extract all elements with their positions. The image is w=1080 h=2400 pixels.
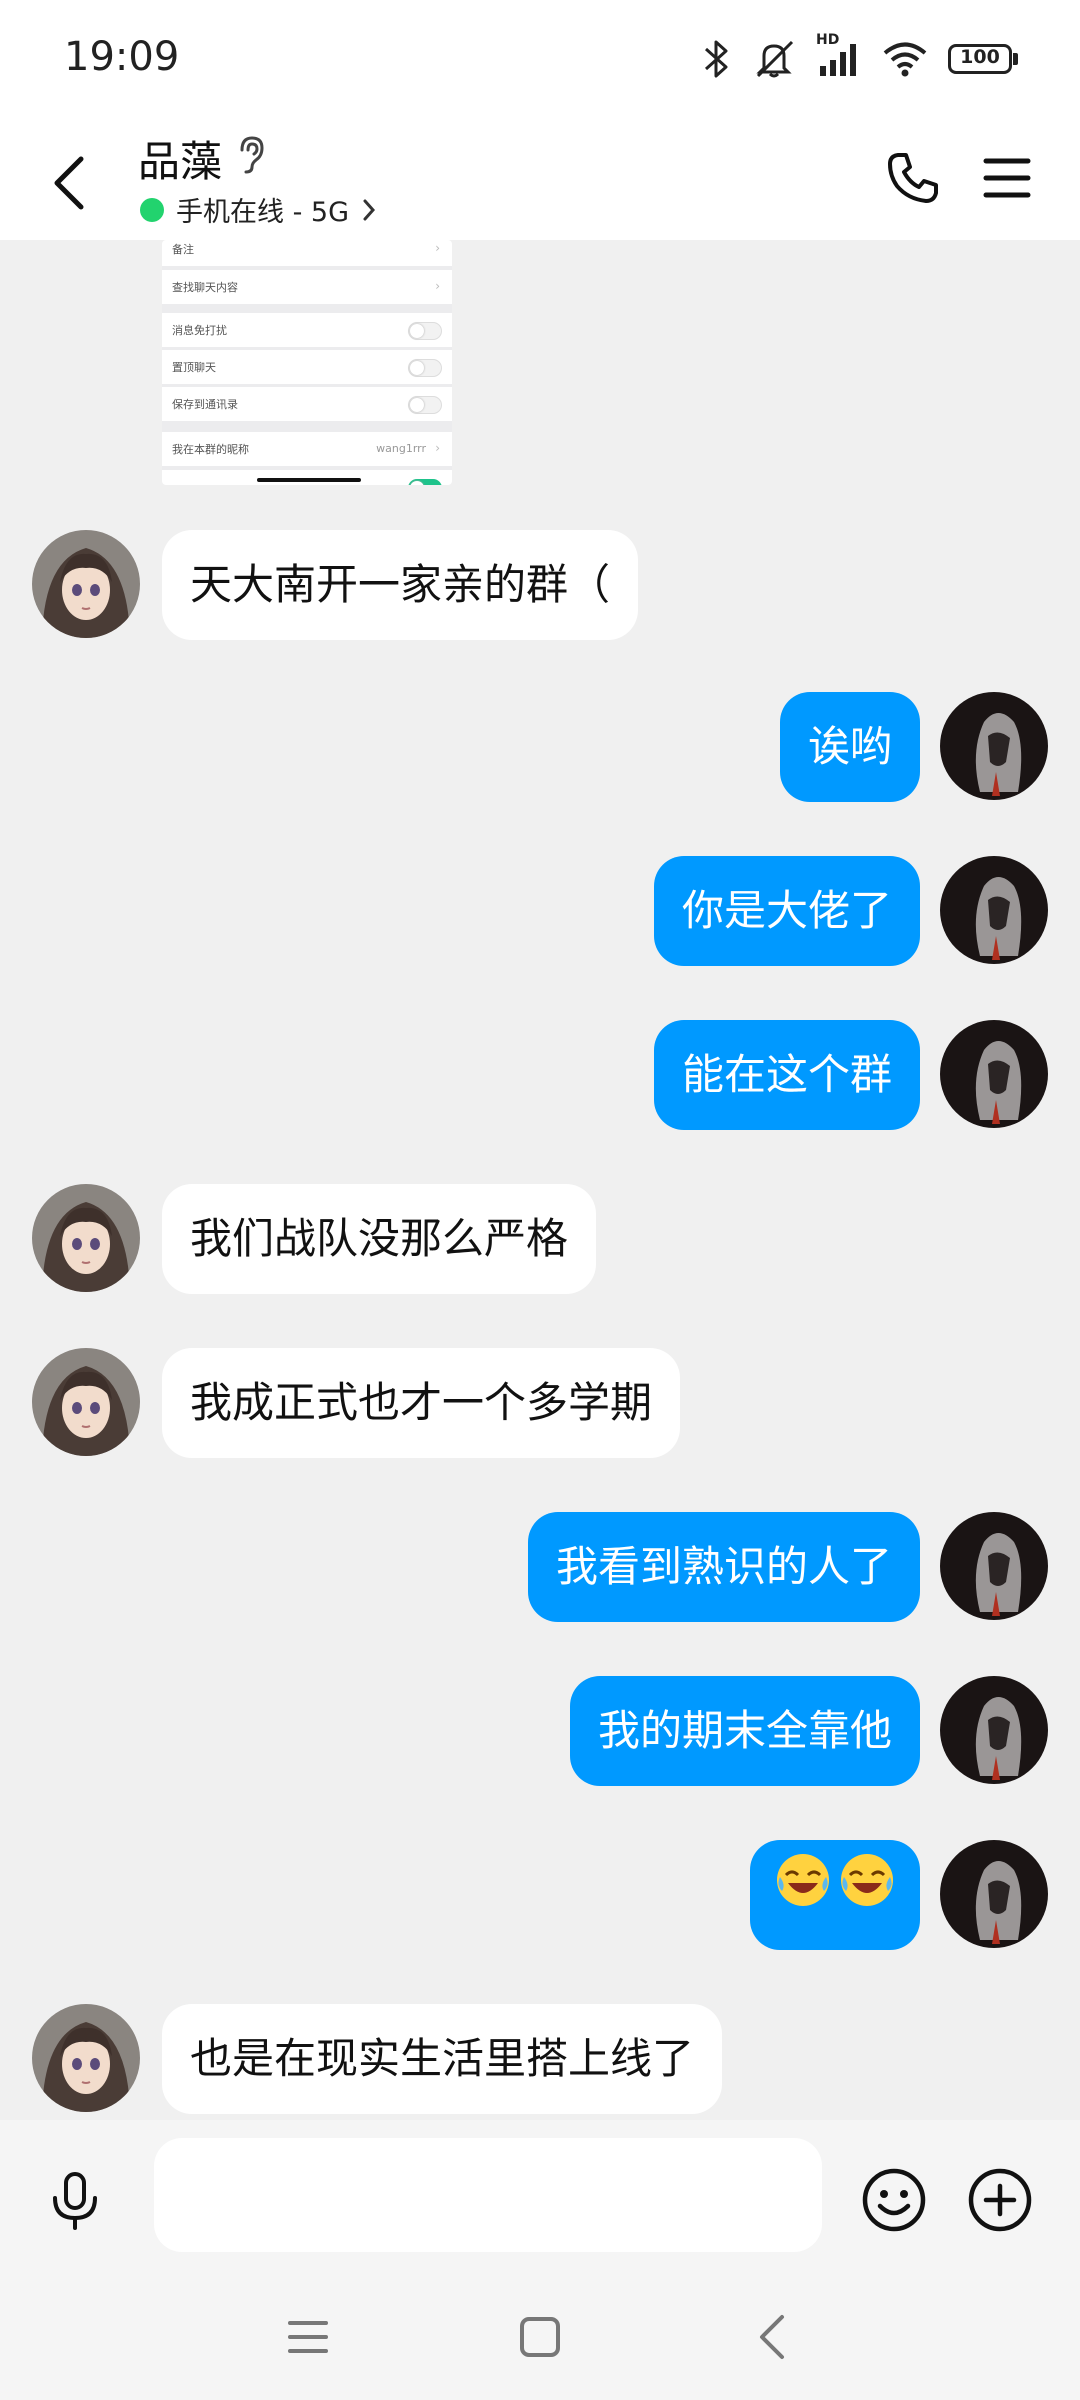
message-input[interactable] (154, 2138, 822, 2252)
message-bubble[interactable]: 诶哟 (779, 692, 920, 802)
laughing-crying-emoji (838, 1840, 896, 1950)
screenshot-row: 消息免打扰 (162, 313, 452, 347)
presence-text: 手机在线 - 5G (176, 197, 350, 228)
network-badge: HD (816, 32, 840, 48)
contact-avatar[interactable] (32, 1184, 140, 1292)
laughing-crying-emoji (774, 1840, 832, 1950)
screenshot-row: 置顶聊天 (162, 350, 452, 384)
message-incoming: 我成正式也才一个多学期 (0, 1348, 1080, 1478)
screenshot-row: 查找聊天内容 › (162, 270, 452, 304)
message-outgoing: 你是大佬了 (0, 856, 1080, 986)
home-icon (520, 2317, 560, 2357)
message-bubble[interactable]: 我的期末全靠他 (569, 1676, 920, 1786)
message-bubble[interactable]: 你是大佬了 (653, 856, 920, 966)
battery-icon: 100 (948, 42, 1020, 76)
presence-status[interactable]: 手机在线 - 5G (140, 190, 377, 229)
back-icon (54, 156, 84, 210)
message-outgoing (0, 1840, 1080, 1970)
recents-button[interactable] (268, 2302, 348, 2372)
message-bubble[interactable]: 我们战队没那么严格 (162, 1184, 597, 1294)
plus-button[interactable] (962, 2162, 1038, 2238)
contact-avatar[interactable] (32, 2004, 140, 2112)
silent-icon (752, 38, 796, 80)
message-outgoing: 我看到熟识的人了 (0, 1512, 1080, 1642)
battery-level: 100 (960, 46, 1000, 68)
input-bar (0, 2120, 1080, 2280)
plus-icon (968, 2168, 1032, 2232)
message-outgoing: 我的期末全靠他 (0, 1676, 1080, 1806)
emoji-button[interactable] (856, 2162, 932, 2238)
message-bubble[interactable]: 也是在现实生活里搭上线了 (162, 2004, 723, 2114)
screenshot-row: 备注 › (162, 240, 452, 266)
menu-button[interactable] (974, 142, 1040, 214)
status-icons: HD 100 (702, 32, 1020, 86)
wifi-icon (882, 38, 928, 80)
recents-icon (288, 2321, 328, 2353)
my-avatar[interactable] (940, 692, 1048, 800)
screenshot-home-indicator (257, 478, 361, 482)
microphone-icon (53, 2172, 97, 2230)
back-nav-button[interactable] (732, 2302, 812, 2372)
signal-icon: HD (816, 32, 862, 80)
shared-screenshot-image[interactable]: 备注 › 查找聊天内容 › 消息免打扰 置顶聊天 保存到通讯录 我在本群的昵称 wan… (162, 240, 452, 485)
screenshot-row: 我在本群的昵称 wang1rrr › (162, 432, 452, 466)
contact-name[interactable]: 品藻 (138, 128, 222, 189)
my-avatar[interactable] (940, 856, 1048, 964)
my-avatar[interactable] (940, 1840, 1048, 1948)
my-avatar[interactable] (940, 1512, 1048, 1620)
message-incoming: 也是在现实生活里搭上线了 (0, 2004, 1080, 2120)
message-bubble[interactable] (750, 1840, 920, 1950)
chevron-right-icon (363, 199, 376, 220)
phone-icon (888, 153, 938, 203)
call-button[interactable] (880, 142, 946, 214)
back-button[interactable] (34, 138, 104, 228)
message-incoming: 天大南开一家亲的群（ (0, 530, 1080, 660)
emoji-icon (862, 2168, 926, 2232)
status-time: 19:09 (64, 34, 180, 80)
contact-avatar[interactable] (32, 530, 140, 638)
menu-icon (983, 158, 1031, 198)
screenshot-row: 保存到通讯录 (162, 387, 452, 421)
message-bubble[interactable]: 天大南开一家亲的群（ (162, 530, 639, 640)
online-dot (140, 197, 164, 222)
message-bubble[interactable]: 能在这个群 (653, 1020, 920, 1130)
chat-header: 品藻 手机在线 - 5G (0, 118, 1080, 240)
home-button[interactable] (500, 2302, 580, 2372)
system-nav-bar (0, 2280, 1080, 2400)
message-outgoing: 能在这个群 (0, 1020, 1080, 1150)
message-incoming: 我们战队没那么严格 (0, 1184, 1080, 1314)
ear-icon (234, 134, 268, 178)
my-avatar[interactable] (940, 1020, 1048, 1128)
message-bubble[interactable]: 我看到熟识的人了 (527, 1512, 920, 1622)
message-outgoing: 诶哟 (0, 692, 1080, 822)
message-bubble[interactable]: 我成正式也才一个多学期 (162, 1348, 681, 1458)
chat-area[interactable]: 备注 › 查找聊天内容 › 消息免打扰 置顶聊天 保存到通讯录 我在本群的昵称 wan… (0, 240, 1080, 2120)
status-bar: 19:09 HD 100 (0, 0, 1080, 118)
contact-avatar[interactable] (32, 1348, 140, 1456)
voice-button[interactable] (40, 2164, 110, 2238)
back-nav-icon (760, 2315, 784, 2359)
my-avatar[interactable] (940, 1676, 1048, 1784)
bluetooth-icon (702, 38, 732, 80)
